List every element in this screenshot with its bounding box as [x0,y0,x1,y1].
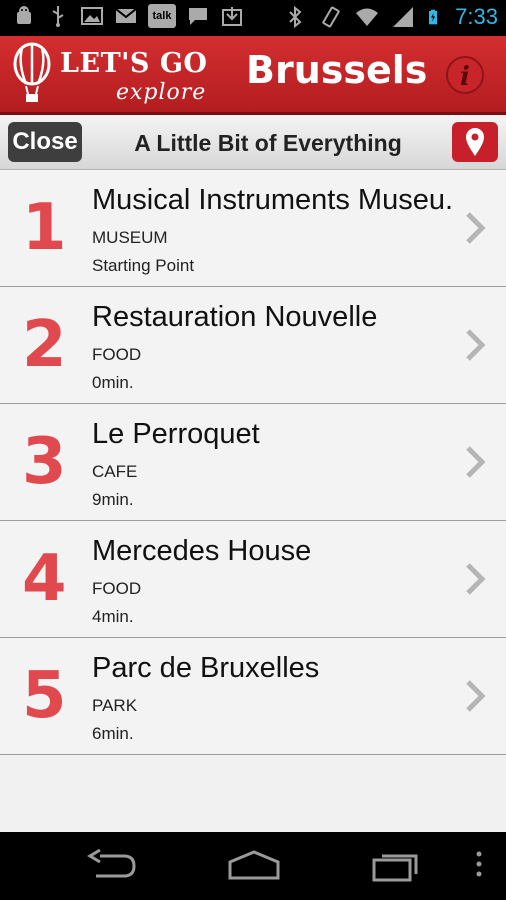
stop-number: 5 [22,659,67,733]
map-button[interactable] [452,122,498,162]
stop-category: CAFE [92,462,138,481]
list-item[interactable]: 5 Parc de Bruxelles PARK 6min. [0,638,506,755]
navigation-bar [0,832,506,900]
recent-apps-icon[interactable] [370,848,422,882]
info-button[interactable]: i [446,56,484,94]
image-icon [81,7,103,25]
gmail-icon [115,8,137,23]
talk-icon: talk [148,4,176,28]
notification-icons: talk [12,4,244,28]
stop-name: Restauration Nouvelle [92,301,378,333]
city-title: Brussels [246,48,428,92]
list-item[interactable]: 1 Musical Instruments Museu.. MUSEUM Sta… [0,170,506,287]
stop-time: Starting Point [92,256,195,275]
menu-icon[interactable] [472,848,486,882]
close-button[interactable]: Close [8,122,82,162]
stop-name: Le Perroquet [92,418,260,450]
stop-name: Mercedes House [92,535,312,567]
usb-icon [52,6,64,27]
stop-number: 4 [22,542,67,616]
stop-name: Parc de Bruxelles [92,652,320,684]
map-pin-icon [466,128,484,156]
stop-number: 1 [22,191,67,265]
chevron-right-icon [466,212,486,244]
android-debug-icon [17,6,31,24]
chevron-right-icon [466,680,486,712]
chevron-right-icon [466,446,486,478]
chevron-right-icon [466,563,486,595]
stop-number: 3 [22,425,67,499]
download-icon [222,7,242,26]
stop-number: 2 [22,308,67,382]
list-item[interactable]: 2 Restauration Nouvelle FOOD 0min. [0,287,506,404]
stop-list: 1 Musical Instruments Museu.. MUSEUM Sta… [0,170,506,832]
logo-text: LET'S GO [60,48,208,79]
chat-icon [189,8,207,25]
status-bar: talk 7:33 [0,0,506,36]
stop-name: Musical Instruments Museu.. [92,184,452,216]
stop-time: 6min. [92,724,134,743]
signal-icon [393,7,414,27]
system-icons: 7:33 [283,4,498,30]
tour-toolbar: Close A Little Bit of Everything [0,115,506,170]
stop-category: FOOD [92,345,142,364]
vibrate-icon [322,6,340,28]
stop-category: FOOD [92,579,142,598]
stop-category: PARK [92,696,138,715]
lets-go-logo[interactable]: LET'S GO explore [12,42,212,108]
logo-subtext: explore [116,80,207,105]
list-item[interactable]: 3 Le Perroquet CAFE 9min. [0,404,506,521]
chevron-right-icon [466,329,486,361]
stop-time: 9min. [92,490,134,509]
clock: 7:33 [455,4,498,29]
battery-icon [429,9,438,25]
back-icon[interactable] [86,848,138,882]
stop-time: 0min. [92,373,134,392]
app-header: LET'S GO explore Brussels i [0,36,506,115]
tour-title: A Little Bit of Everything [134,130,402,156]
stop-time: 4min. [92,607,134,626]
list-item[interactable]: 4 Mercedes House FOOD 4min. [0,521,506,638]
stop-category: MUSEUM [92,228,168,247]
bluetooth-icon [289,5,302,29]
balloon-icon [13,42,51,102]
home-icon[interactable] [226,848,282,882]
wifi-icon [356,8,379,26]
